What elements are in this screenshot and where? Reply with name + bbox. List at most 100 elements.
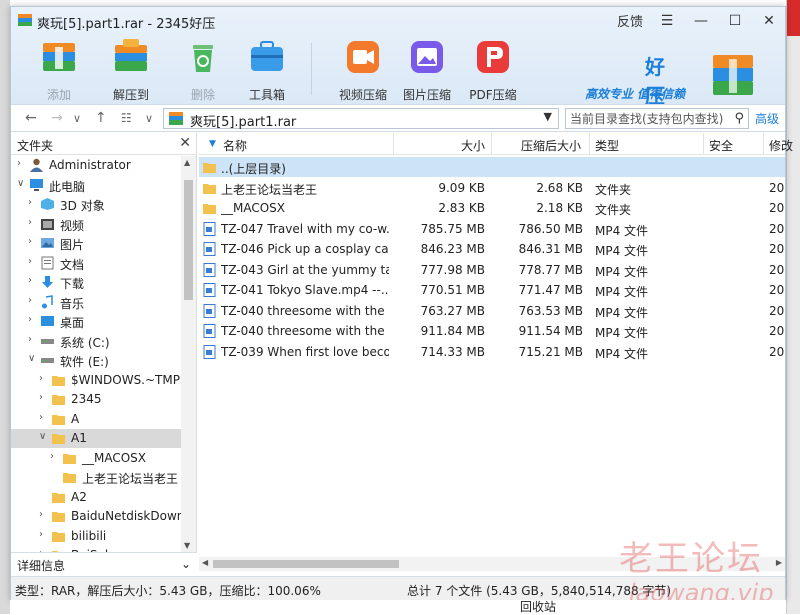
close-tree-icon[interactable]: ✕	[179, 135, 191, 151]
hamburger-icon[interactable]: ☰	[657, 12, 677, 30]
chevron-right-icon[interactable]: ›	[28, 217, 32, 228]
up-arrow-icon[interactable]: ↑	[95, 110, 107, 126]
table-row[interactable]: TZ-040 threesome with the c... 911.84 MB 9…	[199, 321, 785, 341]
image-compress-button[interactable]: 图片压缩	[397, 37, 457, 103]
table-row[interactable]: TZ-046 Pick up a cosplay ca... 846.23 MB 8…	[199, 239, 785, 259]
table-row[interactable]: TZ-043 Girl at the yummy ta... 777.98 MB 7…	[199, 260, 785, 280]
col-divider[interactable]	[763, 133, 764, 155]
extract-button[interactable]: 解压到	[101, 37, 161, 103]
view-dropdown-icon[interactable]: ∨	[145, 112, 153, 125]
table-row[interactable]: TZ-041 Tokyo Slave.mp4 --... 770.51 MB 771…	[199, 280, 785, 300]
chevron-right-icon[interactable]: ›	[17, 158, 21, 169]
col-type[interactable]: 类型	[595, 137, 619, 154]
scroll-right-icon[interactable]: ▶	[776, 558, 782, 567]
tree-item[interactable]: › 视频	[11, 215, 181, 234]
tree-item[interactable]: › bilibili	[11, 527, 181, 546]
col-packed[interactable]: 压缩后大小	[521, 137, 581, 154]
tree-item[interactable]: 上老王论坛当老王	[11, 468, 181, 487]
add-button[interactable]: 添加	[29, 37, 89, 103]
col-security[interactable]: 安全	[709, 137, 733, 154]
path-field[interactable]: 爽玩[5].part1.rar ▼	[163, 108, 559, 130]
search-icon[interactable]: ⚲	[734, 111, 744, 126]
search-input[interactable]	[566, 109, 726, 128]
tree-item[interactable]: › Administrator	[11, 156, 181, 175]
folder-icon	[51, 392, 66, 406]
file-modified: 20	[769, 180, 785, 195]
chevron-right-icon[interactable]: ›	[28, 236, 32, 247]
search-box[interactable]: ⚲	[565, 108, 749, 129]
maximize-icon[interactable]: ☐	[725, 12, 745, 30]
path-dropdown-icon[interactable]: ▼	[544, 110, 552, 123]
tree-item[interactable]: › __MACOSX	[11, 449, 181, 468]
chevron-down-icon[interactable]: ∨	[17, 178, 24, 189]
tree-item[interactable]: › 2345	[11, 390, 181, 409]
title-bar[interactable]: 爽玩[5].part1.rar - 2345好压 反馈 ☰ — ☐ ✕	[11, 7, 785, 33]
chevron-right-icon[interactable]: ›	[28, 256, 32, 267]
chevron-down-icon[interactable]: ∨	[28, 353, 35, 364]
chevron-right-icon[interactable]: ›	[28, 197, 32, 208]
history-dropdown-icon[interactable]: ∨	[73, 112, 81, 125]
chevron-right-icon[interactable]: ›	[28, 295, 32, 306]
tree-item[interactable]: A2	[11, 488, 181, 507]
tree-item[interactable]: ∨ 软件 (E:)	[11, 351, 181, 370]
scroll-up-icon[interactable]: ▲	[184, 158, 190, 167]
tree-item[interactable]: › 桌面	[11, 312, 181, 331]
tree-scrollbar[interactable]: ▲ ▼	[181, 156, 196, 552]
details-collapse-icon[interactable]: ⌄	[181, 557, 191, 571]
table-row[interactable]: __MACOSX 2.83 KB 2.18 KB 文件夹 20	[199, 198, 785, 218]
tree-item[interactable]: › BaiduNetdiskDownl	[11, 507, 181, 526]
tree-item[interactable]: ∨ A1	[11, 429, 181, 448]
col-size[interactable]: 大小	[461, 137, 485, 154]
chevron-down-icon[interactable]: ∨	[39, 431, 46, 442]
col-name[interactable]: 名称	[223, 137, 247, 154]
forward-arrow-icon[interactable]: →	[51, 110, 63, 126]
tree-item[interactable]: › 文档	[11, 254, 181, 273]
feedback-link[interactable]: 反馈	[617, 11, 643, 30]
hscroll-thumb[interactable]	[213, 560, 399, 568]
col-divider[interactable]	[393, 133, 394, 155]
tree-item[interactable]: › 3D 对象	[11, 195, 181, 214]
tree-item[interactable]: › 图片	[11, 234, 181, 253]
col-divider[interactable]	[589, 133, 590, 155]
chevron-right-icon[interactable]: ›	[39, 392, 43, 403]
chevron-right-icon[interactable]: ›	[39, 412, 43, 423]
scroll-left-icon[interactable]: ◀	[202, 558, 208, 567]
file-packed-size: 911.54 MB	[518, 324, 583, 338]
scroll-thumb[interactable]	[184, 180, 193, 300]
tree-item[interactable]: › 音乐	[11, 293, 181, 312]
advanced-search-link[interactable]: 高级	[755, 110, 779, 127]
minimize-icon[interactable]: —	[691, 12, 711, 30]
table-row[interactable]: TZ-040 threesome with the c... 763.27 MB 7…	[199, 301, 785, 321]
back-arrow-icon[interactable]: ←	[25, 110, 37, 126]
chevron-right-icon[interactable]: ›	[50, 451, 54, 462]
tree-item[interactable]: › A	[11, 410, 181, 429]
tree-item[interactable]: › 系统 (C:)	[11, 332, 181, 351]
chevron-right-icon[interactable]: ›	[39, 509, 43, 520]
chevron-right-icon[interactable]: ›	[28, 314, 32, 325]
table-row[interactable]: TZ-047 Travel with my co-w... 785.75 MB 78…	[199, 219, 785, 239]
folder-icon	[62, 451, 77, 465]
recycle-bin-label[interactable]: 回收站	[520, 598, 556, 615]
file-size: 785.75 MB	[420, 221, 485, 236]
tree-item[interactable]: › 下载	[11, 273, 181, 292]
tree-item[interactable]: ∨ 此电脑	[11, 176, 181, 195]
view-mode-icon[interactable]: ☷	[121, 111, 132, 125]
table-row[interactable]: 上老王论坛当老王 9.09 KB 2.68 KB 文件夹 20	[199, 178, 785, 198]
col-divider[interactable]	[703, 133, 704, 155]
col-divider[interactable]	[491, 133, 492, 155]
delete-button[interactable]: 删除	[173, 37, 233, 103]
col-modified[interactable]: 修改	[769, 137, 793, 154]
toolbox-button[interactable]: 工具箱	[237, 37, 297, 103]
scroll-down-icon[interactable]: ▼	[184, 541, 190, 550]
table-row[interactable]: ..(上层目录)	[199, 157, 785, 177]
chevron-right-icon[interactable]: ›	[28, 275, 32, 286]
close-icon[interactable]: ✕	[759, 12, 779, 30]
tree-item-label: 图片	[60, 238, 85, 252]
video-compress-button[interactable]: 视频压缩	[333, 37, 393, 103]
table-row[interactable]: TZ-039 When first love beco... 714.33 MB 7…	[199, 342, 785, 362]
pdf-compress-button[interactable]: PDF压缩	[463, 37, 523, 103]
chevron-right-icon[interactable]: ›	[39, 529, 43, 540]
tree-item[interactable]: › $WINDOWS.~TMP	[11, 371, 181, 390]
chevron-right-icon[interactable]: ›	[39, 373, 43, 384]
chevron-right-icon[interactable]: ›	[28, 334, 32, 345]
